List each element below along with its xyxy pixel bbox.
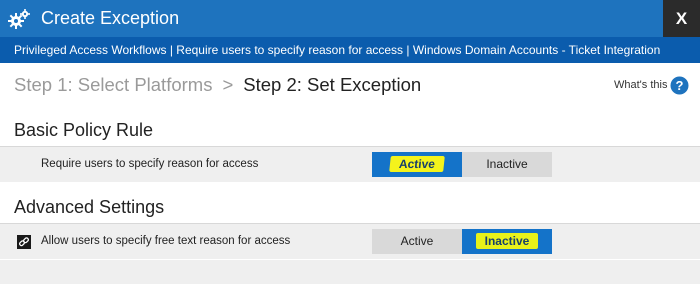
basic-inactive-toggle[interactable]: Inactive	[462, 152, 552, 177]
advanced-inactive-toggle[interactable]: Inactive	[462, 229, 552, 254]
step-2-set-exception: Step 2: Set Exception	[243, 74, 422, 95]
basic-active-label: Active	[389, 156, 445, 172]
svg-text:?: ?	[676, 78, 684, 93]
basic-policy-row: Require users to specify reason for acce…	[0, 147, 700, 182]
advanced-settings-heading: Advanced Settings	[14, 197, 165, 217]
advanced-active-toggle[interactable]: Active	[372, 229, 462, 254]
close-button[interactable]: X	[663, 0, 700, 37]
step-separator: >	[222, 74, 234, 95]
window-title: Create Exception	[41, 8, 180, 28]
advanced-rule-label: Allow users to specify free text reason …	[41, 235, 291, 247]
basic-active-toggle[interactable]: Active	[372, 152, 462, 177]
title-bar: Create Exception X	[0, 0, 700, 37]
basic-rule-label: Require users to specify reason for acce…	[41, 158, 259, 170]
step-1-select-platforms[interactable]: Step 1: Select Platforms	[14, 74, 212, 95]
advanced-settings-row: Allow users to specify free text reason …	[0, 224, 700, 259]
footer-area	[0, 260, 700, 284]
link-icon	[17, 235, 31, 249]
help-icon[interactable]: ?	[670, 76, 689, 95]
gears-icon	[8, 9, 30, 29]
whats-this-link[interactable]: What's this	[614, 79, 667, 91]
basic-policy-heading: Basic Policy Rule	[14, 120, 154, 140]
breadcrumb: Privileged Access Workflows | Require us…	[0, 37, 700, 63]
advanced-inactive-label: Inactive	[475, 233, 539, 249]
wizard-steps: Step 1: Select Platforms > Step 2: Set Exc…	[14, 72, 421, 98]
